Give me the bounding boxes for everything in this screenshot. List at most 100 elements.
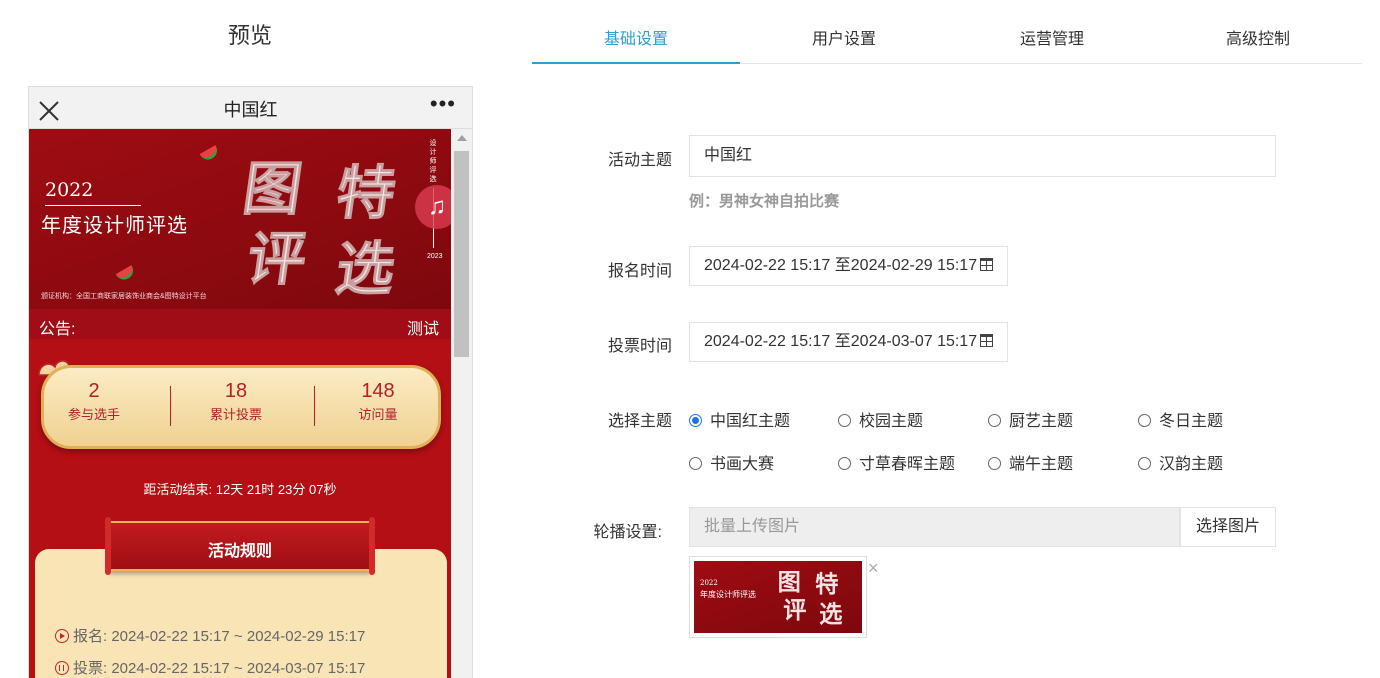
signup-time-label: 报名时间 bbox=[607, 263, 672, 280]
preview-heading: 预览 bbox=[227, 23, 272, 48]
radio-dot[interactable] bbox=[689, 457, 702, 470]
banner-org: 颁证机构：全国工商联家居装饰业商会&图特设计平台 bbox=[41, 293, 207, 300]
banner-char: 图 bbox=[239, 155, 307, 223]
rule-signup-text: 报名: 2024-02-22 15:17 ~ 2024-02-29 15:17 bbox=[73, 628, 366, 645]
thumbnail-title-art: 图 特 评 选 bbox=[778, 569, 844, 627]
phone-title-bar: 中国红 ••• bbox=[29, 87, 472, 129]
thumb-char: 图 bbox=[778, 569, 801, 596]
notice-text: 测试 bbox=[406, 321, 439, 338]
stat-value: 2 bbox=[88, 380, 100, 402]
radio-dot[interactable] bbox=[988, 457, 1001, 470]
style-label: 选择主题 bbox=[607, 413, 672, 430]
banner-vertical-year: 2023 bbox=[427, 253, 443, 260]
radio-style-spring[interactable]: 寸草春晖主题 bbox=[838, 450, 955, 474]
stat-label: 累计投票 bbox=[209, 407, 262, 422]
signup-time-input[interactable]: 2024-02-22 15:17 至2024-02-29 15:17 bbox=[689, 246, 1009, 286]
radio-dot[interactable] bbox=[838, 457, 851, 470]
tab-user[interactable]: 用户设置 bbox=[740, 20, 948, 64]
banner-year: 2022 bbox=[45, 179, 94, 201]
rule-signup: 报名: 2024-02-22 15:17 ~ 2024-02-29 15:17 bbox=[55, 625, 365, 646]
carousel-label: 轮播设置: bbox=[593, 524, 662, 541]
stats-panel: 2 参与选手 18 累计投票 148 访问量 bbox=[41, 365, 441, 449]
radio-label: 端午主题 bbox=[1009, 456, 1074, 473]
theme-hint: 例：男神女神自拍比赛 bbox=[689, 193, 840, 210]
vote-time-input[interactable]: 2024-02-22 15:17 至2024-03-07 15:17 bbox=[689, 322, 1009, 362]
radio-style-dragon-boat[interactable]: 端午主题 bbox=[988, 450, 1073, 474]
stat-participants: 2 参与选手 bbox=[34, 378, 154, 423]
radio-label: 校园主题 bbox=[859, 413, 924, 430]
thumbnail-subtitle: 年度设计师评选 bbox=[700, 590, 756, 599]
settings-tabs: 基础设置 用户设置 运营管理 高级控制 bbox=[532, 20, 1362, 64]
notice-label: 公告: bbox=[39, 321, 76, 338]
signup-time-value: 2024-02-22 15:17 至2024-02-29 15:17 bbox=[704, 257, 978, 274]
phone-screen: 2022 年度设计师评选 颁证机构：全国工商联家居装饰业商会&图特设计平台 图 … bbox=[29, 129, 451, 678]
thumb-char: 评 bbox=[783, 597, 806, 624]
calendar-icon[interactable] bbox=[980, 334, 994, 347]
preview-scrollbar[interactable] bbox=[451, 129, 472, 678]
theme-label: 活动主题 bbox=[607, 152, 672, 169]
theme-input[interactable]: 中国红 bbox=[689, 135, 1276, 177]
banner-title-art: 图 特 评 选 bbox=[238, 155, 400, 301]
upload-input[interactable]: 批量上传图片 bbox=[689, 507, 1180, 547]
scroll-up-arrow-icon[interactable] bbox=[457, 135, 467, 141]
banner-char: 评 bbox=[243, 225, 311, 293]
radio-style-winter[interactable]: 冬日主题 bbox=[1138, 407, 1223, 431]
tab-operation[interactable]: 运营管理 bbox=[948, 20, 1156, 64]
banner-subtitle: 年度设计师评选 bbox=[41, 213, 188, 237]
carousel-thumbnail[interactable]: 2022 年度设计师评选 图 特 评 选 bbox=[689, 556, 867, 638]
notice-bar: 公告: 测试 bbox=[29, 309, 451, 339]
choose-image-button[interactable]: 选择图片 bbox=[1180, 507, 1276, 547]
radio-label: 寸草春晖主题 bbox=[859, 456, 956, 473]
stat-value: 18 bbox=[224, 380, 248, 402]
vote-time-value: 2024-02-22 15:17 至2024-03-07 15:17 bbox=[704, 333, 978, 350]
watermelon-icon bbox=[199, 145, 221, 163]
stat-value: 148 bbox=[361, 380, 395, 402]
watermelon-icon bbox=[115, 265, 137, 283]
rules-title: 活动规则 bbox=[207, 543, 272, 560]
stat-label: 参与选手 bbox=[67, 407, 120, 422]
radio-label: 中国红主题 bbox=[710, 413, 791, 430]
vote-time-label: 投票时间 bbox=[607, 338, 672, 355]
countdown-text: 距活动结束: 12天 21时 23分 07秒 bbox=[143, 482, 337, 497]
phone-title: 中国红 bbox=[223, 100, 278, 120]
radio-dot[interactable] bbox=[689, 414, 702, 427]
activity-banner: 2022 年度设计师评选 颁证机构：全国工商联家居装饰业商会&图特设计平台 图 … bbox=[29, 129, 451, 309]
rules-title-scroll[interactable]: 活动规则 bbox=[105, 517, 375, 575]
stat-label: 访问量 bbox=[358, 407, 398, 422]
tab-advanced[interactable]: 高级控制 bbox=[1154, 20, 1362, 64]
banner-char: 特 bbox=[332, 159, 400, 227]
radio-dot[interactable] bbox=[988, 414, 1001, 427]
radio-dot[interactable] bbox=[838, 414, 851, 427]
banner-divider bbox=[45, 205, 141, 206]
radio-label: 汉韵主题 bbox=[1159, 456, 1224, 473]
radio-style-china-red[interactable]: 中国红主题 bbox=[689, 407, 790, 431]
calendar-icon[interactable] bbox=[980, 258, 994, 271]
remove-image-icon[interactable]: × bbox=[868, 558, 879, 579]
radio-style-painting[interactable]: 书画大赛 bbox=[689, 450, 774, 474]
tab-basic[interactable]: 基础设置 bbox=[532, 20, 740, 64]
thumbnail-image: 2022 年度设计师评选 图 特 评 选 bbox=[694, 561, 862, 633]
phone-preview: 中国红 ••• 2022 年度设计师评选 颁证机构：全国工商联家居装饰业商会&图… bbox=[28, 86, 473, 678]
thumb-char: 特 bbox=[815, 571, 838, 598]
stat-divider bbox=[314, 386, 315, 426]
radio-label: 厨艺主题 bbox=[1009, 413, 1074, 430]
radio-style-han[interactable]: 汉韵主题 bbox=[1138, 450, 1223, 474]
music-icon[interactable]: ♫ bbox=[415, 185, 451, 229]
stat-visits: 148 访问量 bbox=[318, 378, 438, 423]
rule-vote: 投票: 2024-02-22 15:17 ~ 2024-03-07 15:17 bbox=[55, 657, 365, 678]
play-circle-icon bbox=[55, 629, 69, 643]
banner-char: 选 bbox=[332, 235, 400, 301]
radio-dot[interactable] bbox=[1138, 457, 1151, 470]
pause-circle-icon bbox=[55, 661, 69, 675]
thumb-char: 选 bbox=[819, 601, 843, 627]
radio-label: 书画大赛 bbox=[710, 456, 775, 473]
banner-vertical-label: 设计师评选 bbox=[429, 140, 437, 183]
radio-style-campus[interactable]: 校园主题 bbox=[838, 407, 923, 431]
stat-votes: 18 累计投票 bbox=[176, 378, 296, 423]
radio-label: 冬日主题 bbox=[1159, 413, 1224, 430]
radio-dot[interactable] bbox=[1138, 414, 1151, 427]
thumbnail-year: 2022 bbox=[700, 579, 718, 587]
more-icon[interactable]: ••• bbox=[430, 93, 456, 115]
radio-style-cooking[interactable]: 厨艺主题 bbox=[988, 407, 1073, 431]
scroll-thumb[interactable] bbox=[454, 151, 469, 357]
